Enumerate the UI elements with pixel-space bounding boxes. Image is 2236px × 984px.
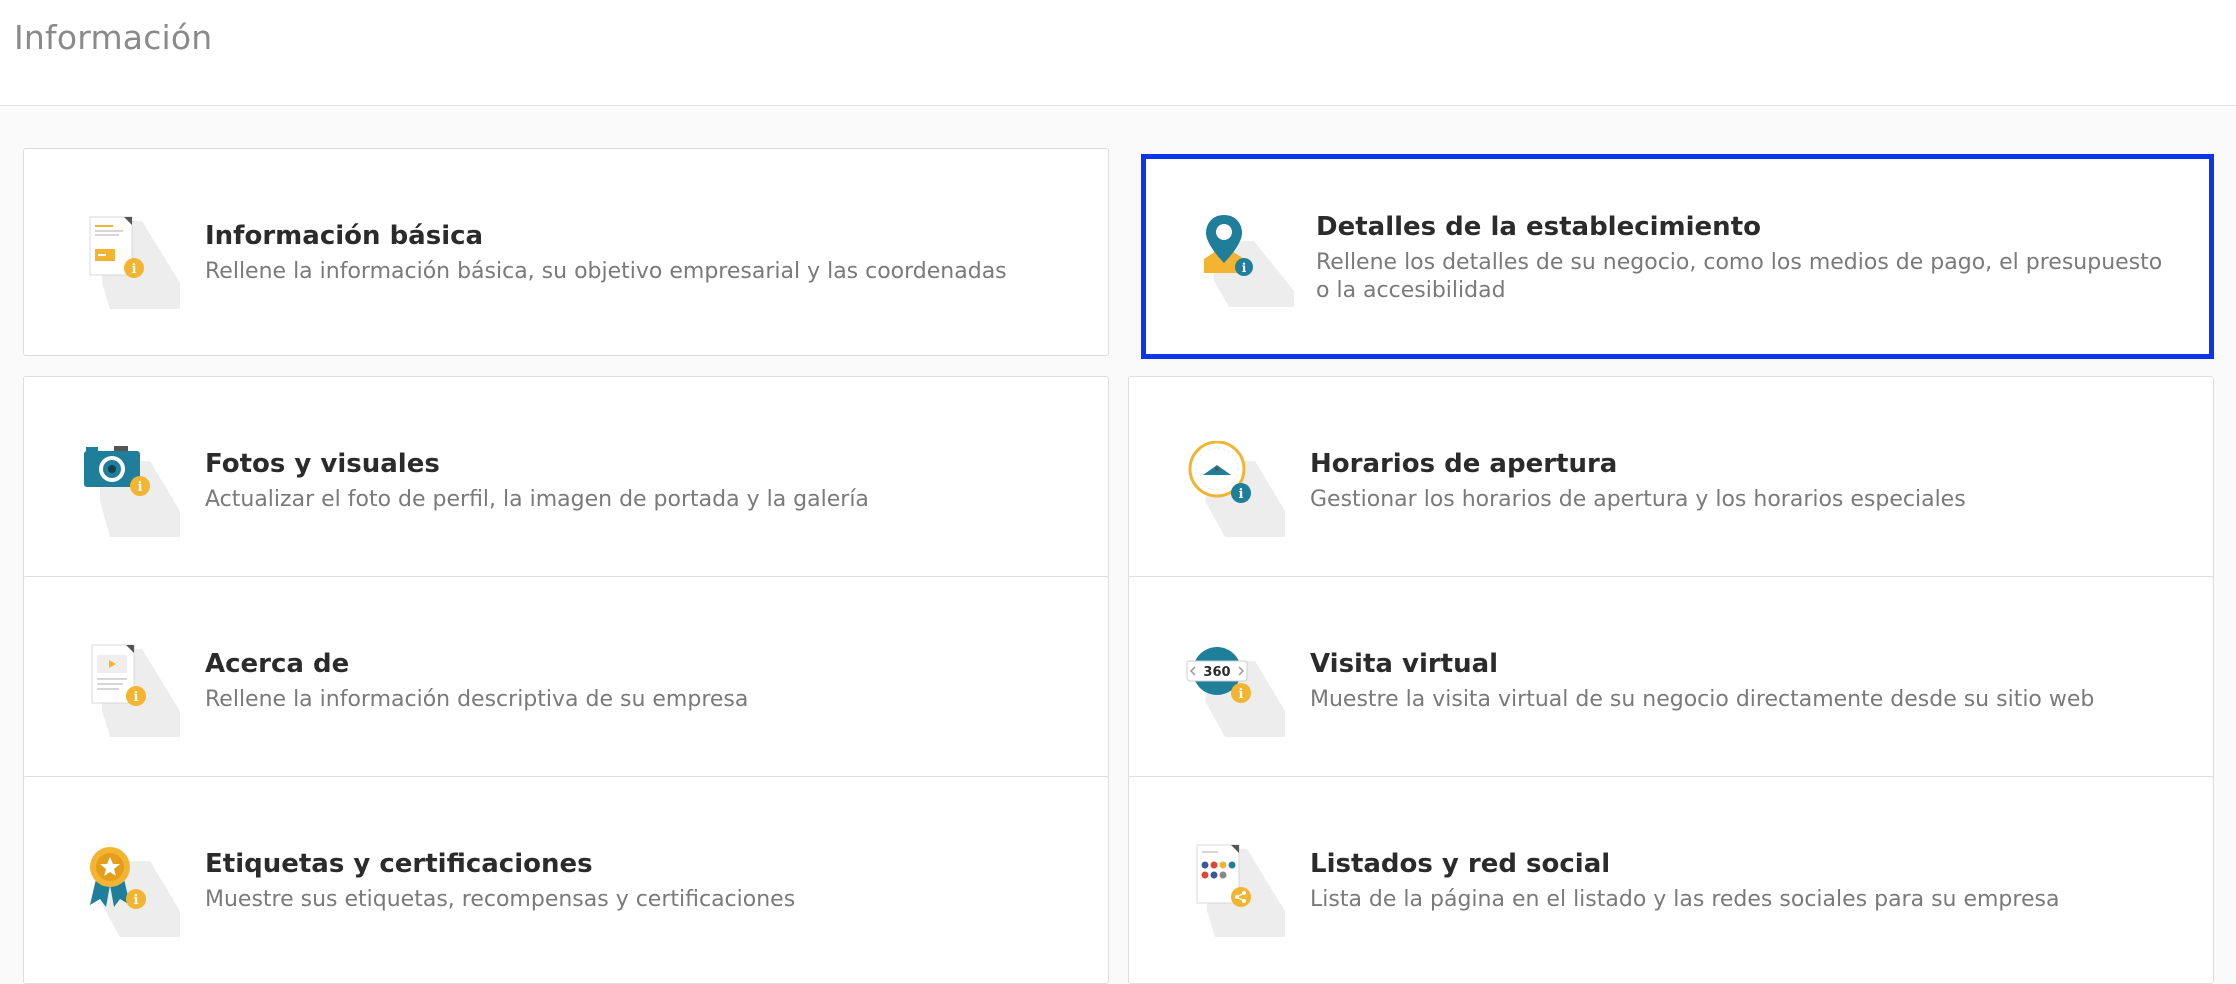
card-detalles-establecimiento[interactable]: i Detalles de la establecimiento Rellene… bbox=[1141, 154, 2214, 359]
card-title: Listados y red social bbox=[1310, 849, 1611, 879]
card-visita-virtual[interactable]: 360 i Visita virtual Muestre la visita v… bbox=[1128, 576, 2214, 784]
card-title: Acerca de bbox=[205, 649, 350, 679]
svg-text:i: i bbox=[132, 262, 137, 277]
card-listados-red-social[interactable]: Listados y red social Lista de la página… bbox=[1128, 776, 2214, 984]
card-description: Actualizar el foto de perfil, la imagen … bbox=[205, 487, 869, 512]
card-title: Visita virtual bbox=[1310, 649, 1499, 679]
map-pin-info-icon: i bbox=[1194, 211, 1304, 307]
card-description: Rellene los detalles de su negocio, como… bbox=[1316, 249, 2163, 303]
svg-text:i: i bbox=[134, 893, 139, 908]
card-title: Fotos y visuales bbox=[205, 449, 440, 479]
card-title: Detalles de la establecimiento bbox=[1316, 211, 1761, 242]
svg-text:i: i bbox=[1239, 487, 1244, 502]
card-description: Muestre la visita virtual de su negocio … bbox=[1310, 687, 2095, 712]
document-info-icon: i bbox=[80, 213, 190, 309]
card-informacion-basica[interactable]: i Información básica Rellene la informac… bbox=[23, 148, 1109, 356]
award-badge-info-icon: i bbox=[80, 841, 190, 937]
card-fotos-visuales[interactable]: i Fotos y visuales Actualizar el foto de… bbox=[23, 376, 1109, 584]
card-description: Gestionar los horarios de apertura y los… bbox=[1310, 487, 1966, 512]
video-document-info-icon: i bbox=[80, 641, 190, 737]
card-title: Etiquetas y certificaciones bbox=[205, 849, 593, 879]
svg-text:360: 360 bbox=[1203, 665, 1230, 680]
page-header: Información bbox=[0, 0, 2236, 106]
page-title: Información bbox=[14, 18, 213, 57]
card-description: Rellene la información básica, su objeti… bbox=[205, 259, 1007, 284]
svg-text:i: i bbox=[138, 480, 143, 495]
svg-text:i: i bbox=[134, 690, 139, 705]
card-description: Lista de la página en el listado y las r… bbox=[1310, 887, 2060, 912]
card-acerca-de[interactable]: i Acerca de Rellene la información descr… bbox=[23, 576, 1109, 784]
card-title: Horarios de apertura bbox=[1310, 449, 1618, 479]
svg-text:i: i bbox=[1242, 261, 1247, 275]
card-description: Rellene la información descriptiva de su… bbox=[205, 687, 749, 712]
camera-info-icon: i bbox=[80, 441, 190, 537]
card-etiquetas-certificaciones[interactable]: i Etiquetas y certificaciones Muestre su… bbox=[23, 776, 1109, 984]
svg-text:i: i bbox=[1239, 687, 1244, 702]
social-share-icon bbox=[1185, 841, 1295, 937]
card-title: Información básica bbox=[205, 221, 484, 251]
clock-info-icon: i bbox=[1185, 441, 1295, 537]
card-description: Muestre sus etiquetas, recompensas y cer… bbox=[205, 887, 796, 912]
360-tour-info-icon: 360 i bbox=[1185, 641, 1295, 737]
card-horarios-apertura[interactable]: i Horarios de apertura Gestionar los hor… bbox=[1128, 376, 2214, 584]
